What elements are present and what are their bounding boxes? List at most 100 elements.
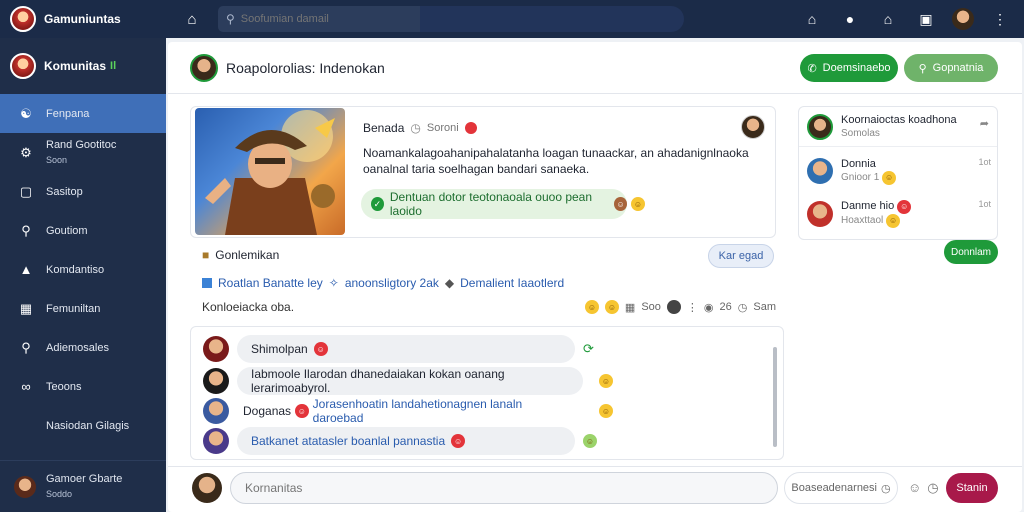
post-author-name: Benada [363, 121, 405, 135]
search-icon: ⚲ [226, 12, 235, 26]
more-icon[interactable]: ⋮ [988, 7, 1012, 31]
comments-header: ■ Gonlemikan [202, 248, 279, 262]
comment-input[interactable] [230, 472, 778, 504]
home-nav-icon[interactable]: ⌂ [800, 7, 824, 31]
composer-option[interactable]: Boaseadenarnesi ◷ [784, 472, 898, 504]
avatar[interactable] [203, 336, 229, 362]
composer-option-label: Boaseadenarnesi [791, 482, 877, 494]
search-icon: ⚲ [918, 62, 927, 75]
list-item: Batkanet atatasler boanlal pannastia ☺ ☺ [203, 427, 597, 455]
emoji-icon: ☺ [882, 171, 897, 185]
emoji-icon[interactable]: ☺ [604, 300, 619, 314]
composer-icons: ☺ ◷ [908, 480, 939, 496]
row-name: Donnia [841, 158, 876, 170]
phone-button[interactable]: ✆ Doemsinaebo [800, 54, 898, 82]
emoji-icon[interactable]: ☺ [583, 434, 597, 448]
sidebar-item-label: Adiemosales [46, 341, 109, 354]
avatar[interactable] [203, 368, 229, 394]
app-title: Gamuniuntas [44, 12, 121, 26]
comment-icon: ■ [202, 248, 210, 262]
sidebar-item-label: Femuniltan [46, 302, 101, 315]
post-status-bubble[interactable]: ✓ Dentuan dotor teotonaoala ouoo pean la… [361, 189, 627, 219]
home-icon[interactable]: ⌂ [180, 7, 204, 31]
composer: Boaseadenarnesi ◷ ☺ ◷ Stanin [168, 466, 1022, 512]
user-avatar[interactable] [952, 8, 974, 30]
sidebar: Komunitas Il ☯ Fenpana ⚙ Rand Gootitoc S… [0, 38, 166, 512]
chat-icon[interactable]: ● [838, 7, 862, 31]
emoji-icon[interactable]: ☺ [599, 404, 613, 418]
avatar [807, 200, 833, 227]
emoji-icon[interactable]: ☺ [908, 480, 921, 496]
clock-icon: ◷ [737, 301, 748, 314]
stat-label: Sam [753, 301, 776, 313]
tag-link[interactable]: Roatlan Banatte ley [218, 276, 323, 290]
clock-icon: ◷ [881, 482, 891, 495]
search-button[interactable]: ⚲ Gopnatnia [904, 54, 998, 82]
sidebar-item-label: Rand Gootitoc [46, 138, 117, 151]
view-icon: ◉ [703, 301, 714, 314]
post-image[interactable] [195, 108, 345, 235]
sidebar-item-teoons[interactable]: ∞ Teoons [0, 367, 166, 406]
sidebar-item-femuniltan[interactable]: ▦ Femuniltan [0, 289, 166, 328]
sidebar-item-komdantiso[interactable]: ▲ Komdantiso [0, 250, 166, 289]
sidebar-item-goutiom[interactable]: ⚲ Goutiom [0, 211, 166, 250]
comment-bubble: Iabmoole Ilarodan dhanedaiakan kokan oan… [237, 367, 583, 395]
sidebar-tag: Il [110, 60, 117, 72]
tag-link[interactable]: Demalient Iaaotlerd [460, 276, 564, 290]
avatar [807, 113, 833, 140]
share-icon[interactable]: ➦ [980, 117, 989, 130]
emoji-icon: ☺ [886, 214, 901, 228]
app-brand[interactable]: Gamuniuntas [0, 6, 166, 32]
house-icon[interactable]: ⌂ [876, 7, 900, 31]
tag-link[interactable]: anoonsligtory 2ak [345, 276, 439, 290]
emoji-icon[interactable]: ☺ [631, 197, 645, 211]
avatar[interactable] [741, 115, 765, 139]
list-item[interactable]: Danme hio ☺ Hoaxttaol ☺ 1ot [807, 199, 991, 228]
comment-text-link[interactable]: Jorasenhoatin landahetionagnen lanaln da… [313, 397, 569, 425]
comment-text: Batkanet atatasler boanlal pannastia [251, 434, 446, 448]
reply-button[interactable]: Kar egad [708, 244, 774, 268]
sidebar-header[interactable]: Komunitas Il [0, 38, 166, 94]
avatar[interactable] [203, 398, 229, 424]
search-icon: ⚲ [21, 339, 31, 355]
right-panel-button[interactable]: Donnlam [944, 240, 998, 264]
emoji-icon[interactable]: ☺ [584, 300, 599, 314]
sidebar-item-adiemosales[interactable]: ⚲ Adiemosales [0, 328, 166, 367]
sidebar-user[interactable]: Gamoer Gbarte Soddo [0, 460, 166, 512]
emoji-icon[interactable]: ☺ [599, 374, 613, 388]
sidebar-item-nasiodan[interactable]: Nasiodan Gilagis [0, 406, 166, 445]
app-logo [10, 6, 36, 32]
scrollbar[interactable] [773, 347, 777, 447]
comments-list: Shimolpan ☺ ⟳ Iabmoole Ilarodan dhanedai… [190, 326, 784, 460]
send-button[interactable]: Stanin [946, 473, 998, 503]
emoji-icon: ☺ [313, 342, 328, 356]
clock-icon: ◷ [410, 121, 421, 135]
refresh-icon[interactable]: ⟳ [583, 341, 594, 357]
sidebar-item-sasitop[interactable]: ▢ Sasitop [0, 172, 166, 211]
avatar [807, 158, 833, 184]
search-input[interactable] [240, 13, 411, 25]
tags-row: Roatlan Banatte ley ✧ anoonsligtory 2ak … [202, 276, 564, 290]
right-panel-sub: Somolas [841, 127, 880, 139]
page-title: Roapolorolias: Indenokan [226, 59, 385, 76]
sidebar-item-fenpana[interactable]: ☯ Fenpana [0, 94, 166, 133]
emoji-icon: ☺ [897, 200, 912, 214]
avatar[interactable] [203, 428, 229, 454]
community-logo [10, 53, 36, 79]
list-item[interactable]: Donnia Gnioor 1 ☺ 1ot [807, 157, 991, 185]
avatar [192, 473, 222, 503]
post-stats: ☺ ☺ ▦ Soo ⋮ ◉ 26 ◷ Sam [584, 300, 776, 314]
avatar [190, 53, 218, 82]
row-sub: Gnioor 1 ☺ [841, 171, 897, 185]
stat-count: 26 [719, 301, 732, 313]
sidebar-item-label: Teoons [46, 380, 82, 393]
list-item: Iabmoole Ilarodan dhanedaiakan kokan oan… [203, 367, 613, 395]
clock-icon[interactable]: ◷ [927, 480, 938, 496]
window-icon[interactable]: ▣ [914, 7, 938, 31]
top-icons: ⌂ ● ⌂ ▣ ⋮ [800, 0, 1012, 38]
sidebar-item-label: Goutiom [46, 224, 88, 237]
search-bar[interactable]: ⚲ [218, 6, 426, 32]
sidebar-item-rand[interactable]: ⚙ Rand Gootitoc Soon [0, 133, 166, 172]
sidebar-item-label: Komdantiso [46, 263, 105, 276]
list-item: Doganas ☺ Jorasenhoatin landahetionagnen… [203, 397, 613, 425]
